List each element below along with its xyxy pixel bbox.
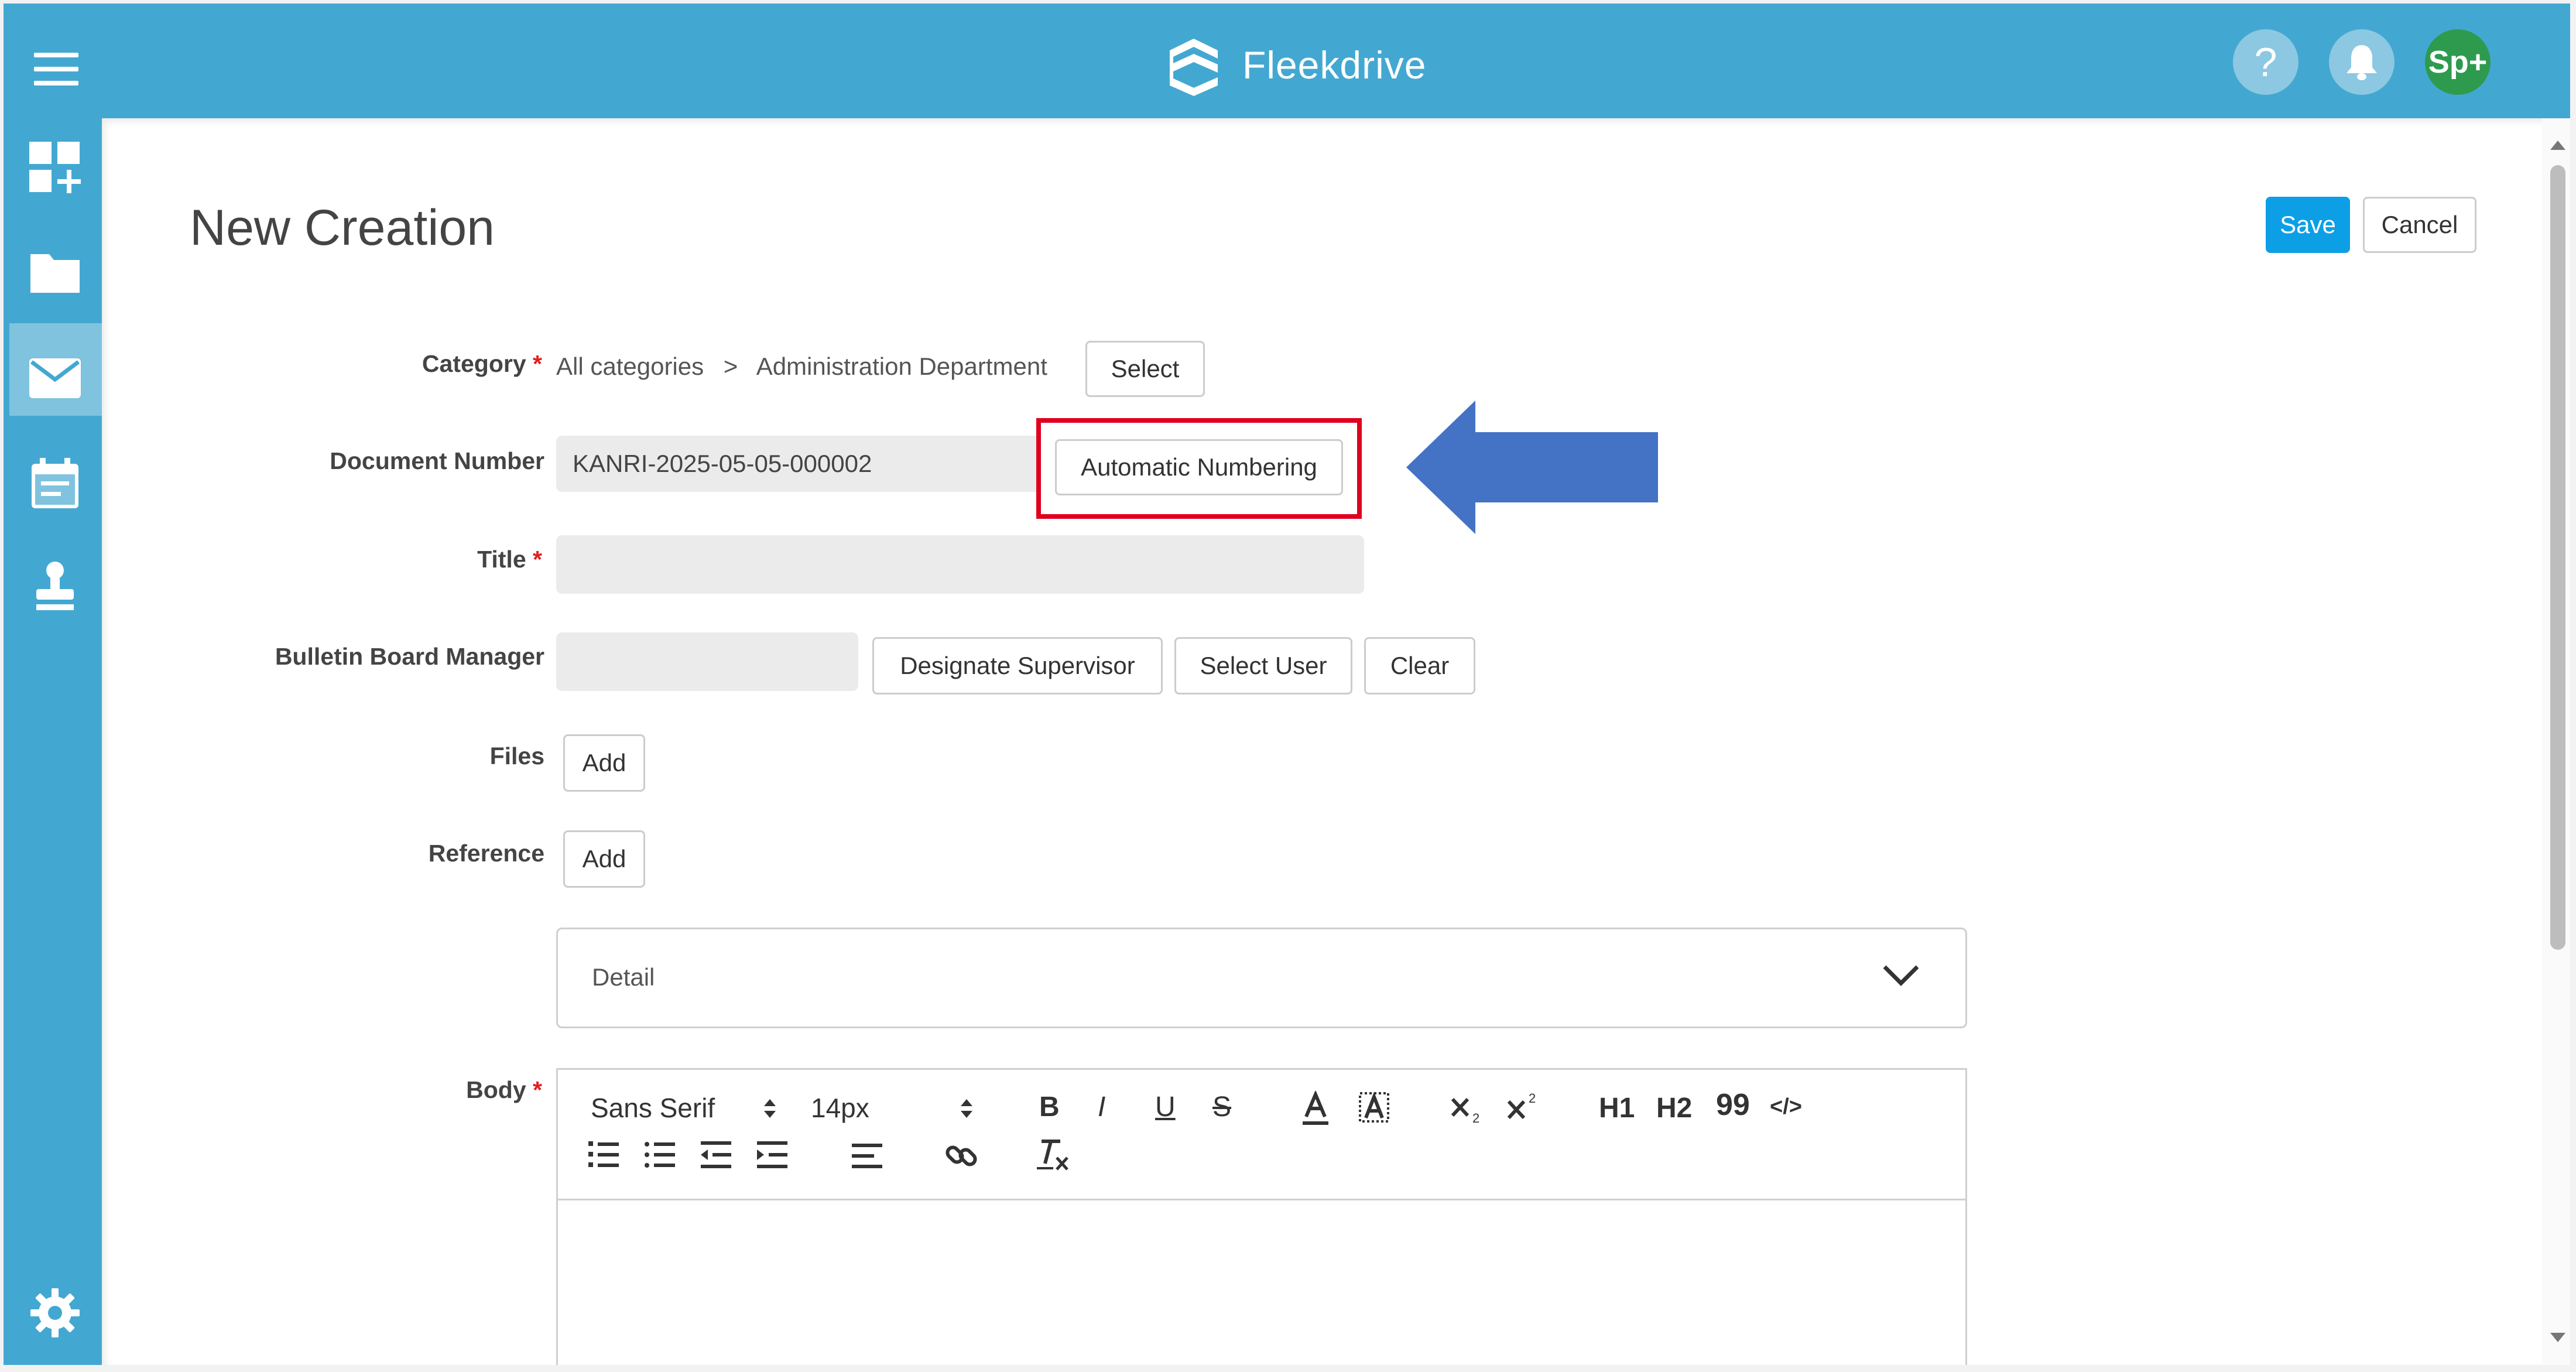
font-family-arrow-icon[interactable] [762, 1097, 778, 1120]
category-label-text: Category [422, 350, 526, 377]
editor-toolbar-divider [558, 1199, 1965, 1200]
outdent-icon[interactable] [700, 1140, 732, 1169]
title-label: Title * [238, 546, 542, 573]
cancel-button[interactable]: Cancel [2363, 197, 2476, 253]
required-mark: * [533, 1076, 542, 1103]
required-mark: * [533, 546, 542, 573]
fleekdrive-logo-icon [1170, 39, 1218, 96]
title-label-text: Title [477, 546, 526, 573]
category-label: Category * [238, 350, 542, 378]
app-window: Fleekdrive ? Sp+ New Creation Save Cance… [4, 4, 2570, 1365]
strikethrough-icon[interactable]: S [1212, 1091, 1231, 1123]
detail-section[interactable]: Detail [556, 928, 1967, 1028]
document-number-field[interactable]: KANRI-2025-05-05-000002 [556, 436, 1036, 492]
avatar-initials: Sp+ [2428, 45, 2488, 80]
code-block-icon[interactable]: </> [1770, 1094, 1802, 1120]
select-user-button[interactable]: Select User [1174, 637, 1352, 694]
font-size-select[interactable]: 14px [811, 1092, 869, 1124]
dashboard-add-icon[interactable] [28, 141, 82, 194]
blockquote-icon[interactable]: 99 [1716, 1087, 1750, 1123]
scroll-down-icon[interactable] [2549, 1332, 2567, 1344]
underline-icon[interactable]: U [1155, 1091, 1176, 1123]
menu-icon[interactable] [34, 53, 78, 85]
category-select-button[interactable]: Select [1085, 341, 1205, 397]
breadcrumb-root[interactable]: All categories [556, 353, 704, 380]
scroll-up-icon[interactable] [2549, 138, 2567, 151]
breadcrumb-separator: > [723, 353, 738, 380]
svg-text:2: 2 [1472, 1111, 1479, 1125]
scrollbar-thumb[interactable] [2550, 165, 2565, 950]
reference-add-button[interactable]: Add [563, 830, 645, 888]
stamp-icon[interactable] [28, 560, 82, 614]
bulletin-board-manager-field[interactable] [556, 632, 858, 691]
svg-text:2: 2 [1529, 1091, 1536, 1106]
bulletin-board-manager-label: Bulletin Board Manager [275, 643, 544, 670]
body-text-area[interactable] [558, 1202, 1965, 1365]
bold-icon[interactable]: B [1039, 1091, 1060, 1123]
bell-icon [2347, 45, 2377, 80]
save-button[interactable]: Save [2266, 197, 2350, 253]
background-color-icon[interactable] [1358, 1091, 1390, 1124]
font-size-arrow-icon[interactable] [958, 1097, 975, 1120]
help-button[interactable]: ? [2233, 29, 2298, 95]
detail-label: Detail [592, 963, 655, 991]
files-add-button[interactable]: Add [563, 734, 645, 792]
clear-format-icon[interactable] [1037, 1138, 1072, 1173]
body-editor: Sans Serif 14px B I U S 2 2 H1 H2 99 </> [556, 1068, 1967, 1365]
font-family-select[interactable]: Sans Serif [591, 1092, 715, 1124]
indent-icon[interactable] [756, 1140, 789, 1169]
pointer-arrow-icon [1406, 401, 1658, 534]
italic-icon[interactable]: I [1098, 1091, 1105, 1123]
vertical-scrollbar[interactable] [2542, 118, 2570, 1365]
files-label: Files [489, 743, 544, 769]
heading1-icon[interactable]: H1 [1599, 1092, 1635, 1124]
calendar-icon[interactable] [28, 457, 82, 511]
reference-label: Reference [428, 840, 544, 867]
app-name: Fleekdrive [1242, 43, 1427, 87]
mail-icon[interactable] [28, 351, 82, 405]
ordered-list-icon[interactable] [587, 1140, 620, 1169]
bullet-list-icon[interactable] [643, 1140, 676, 1169]
text-color-icon[interactable] [1300, 1091, 1331, 1127]
top-bar: Fleekdrive ? Sp+ [4, 4, 2570, 118]
body-label-text: Body [466, 1076, 526, 1103]
automatic-numbering-button[interactable]: Automatic Numbering [1055, 439, 1343, 495]
breadcrumb-leaf: Administration Department [756, 353, 1047, 380]
body-label: Body * [238, 1076, 542, 1104]
folder-icon[interactable] [28, 246, 82, 300]
document-number-label: Document Number [330, 447, 544, 474]
align-icon[interactable] [851, 1142, 883, 1169]
category-breadcrumb: All categories > Administration Departme… [556, 353, 1047, 381]
page-title: New Creation [190, 200, 495, 256]
notifications-button[interactable] [2329, 29, 2395, 95]
designate-supervisor-button[interactable]: Designate Supervisor [872, 637, 1163, 694]
superscript-icon[interactable]: 2 [1506, 1090, 1542, 1120]
subscript-icon[interactable]: 2 [1450, 1094, 1485, 1125]
chevron-down-icon[interactable] [1882, 963, 1920, 987]
title-input[interactable] [556, 535, 1364, 594]
required-mark: * [533, 350, 542, 377]
clear-button[interactable]: Clear [1364, 637, 1475, 694]
heading2-icon[interactable]: H2 [1656, 1092, 1692, 1124]
gear-icon[interactable] [28, 1286, 82, 1340]
avatar[interactable]: Sp+ [2425, 29, 2491, 95]
app-logo[interactable]: Fleekdrive [1162, 33, 1426, 97]
sidebar [4, 118, 102, 1365]
link-icon[interactable] [944, 1139, 978, 1173]
help-icon: ? [2254, 39, 2277, 85]
